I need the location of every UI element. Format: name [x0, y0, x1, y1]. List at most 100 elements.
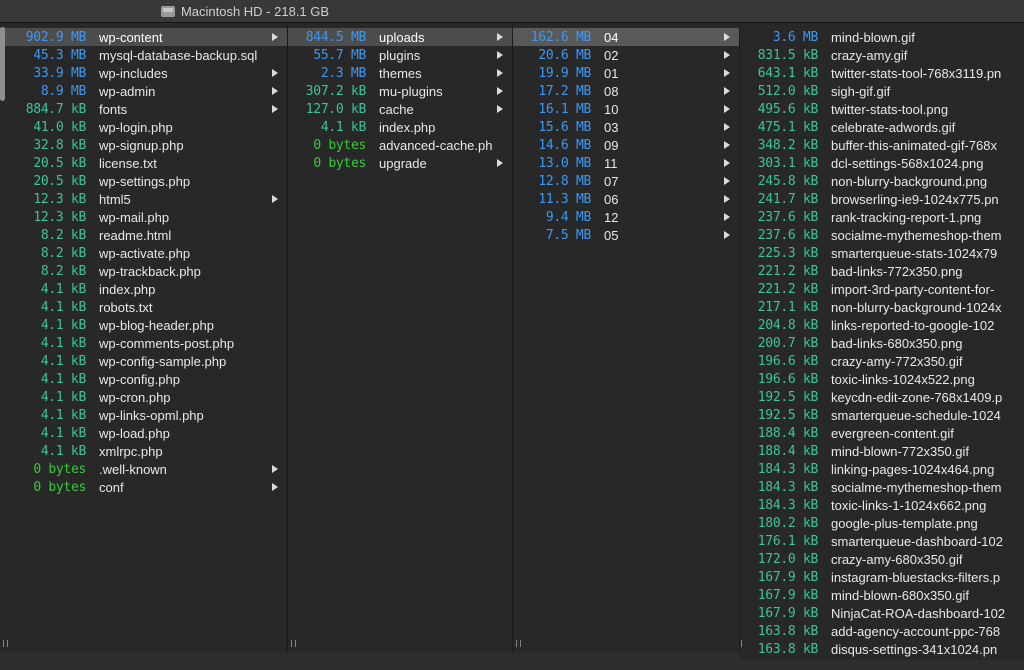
disclosure-arrow-icon — [724, 159, 730, 167]
file-row[interactable]: 3.6 MBmind-blown.gif — [740, 28, 1024, 46]
file-row[interactable]: 41.0 kBwp-login.php — [0, 118, 287, 136]
file-row[interactable]: 12.8 MB07 — [513, 172, 739, 190]
file-name: .well-known — [99, 462, 266, 477]
file-row[interactable]: 237.6 kBrank-tracking-report-1.png — [740, 208, 1024, 226]
file-row[interactable]: 172.0 kBcrazy-amy-680x350.gif — [740, 550, 1024, 568]
file-row[interactable]: 188.4 kBmind-blown-772x350.gif — [740, 442, 1024, 460]
file-row[interactable]: 495.6 kBtwitter-stats-tool.png — [740, 100, 1024, 118]
file-row[interactable]: 192.5 kBkeycdn-edit-zone-768x1409.p — [740, 388, 1024, 406]
file-row[interactable]: 20.5 kBwp-settings.php — [0, 172, 287, 190]
file-row[interactable]: 0 bytesconf — [0, 478, 287, 496]
file-row[interactable]: 245.8 kBnon-blurry-background.png — [740, 172, 1024, 190]
file-row[interactable]: 167.9 kBNinjaCat-ROA-dashboard-102 — [740, 604, 1024, 622]
file-row[interactable]: 512.0 kBsigh-gif.gif — [740, 82, 1024, 100]
file-row[interactable]: 184.3 kBtoxic-links-1-1024x662.png — [740, 496, 1024, 514]
file-row[interactable]: 884.7 kBfonts — [0, 100, 287, 118]
file-name: NinjaCat-ROA-dashboard-102 — [831, 606, 1015, 621]
file-row[interactable]: 45.3 MBmysql-database-backup.sql — [0, 46, 287, 64]
file-row[interactable]: 4.1 kBwp-links-opml.php — [0, 406, 287, 424]
file-row[interactable]: 167.9 kB instagram-bluestacks-filters.p — [740, 568, 1024, 586]
file-row[interactable]: 221.2 kBbad-links-772x350.png — [740, 262, 1024, 280]
column-resize-grip[interactable] — [740, 640, 742, 647]
file-name: 08 — [604, 84, 718, 99]
file-row[interactable]: 176.1 kBsmarterqueue-dashboard-102 — [740, 532, 1024, 550]
file-row[interactable]: 237.6 kBsocialme-mythemeshop-them — [740, 226, 1024, 244]
file-row[interactable]: 12.3 kBhtml5 — [0, 190, 287, 208]
file-row[interactable]: 643.1 kBtwitter-stats-tool-768x3119.pn — [740, 64, 1024, 82]
file-row[interactable]: 8.2 kBwp-trackback.php — [0, 262, 287, 280]
scrollbar-thumb[interactable] — [0, 27, 5, 101]
column-resize-grip[interactable] — [516, 640, 521, 647]
file-row[interactable]: 902.9 MBwp-content — [0, 28, 287, 46]
file-row[interactable]: 163.8 kBdisqus-settings-341x1024.pn — [740, 640, 1024, 658]
file-row[interactable]: 184.3 kBlinking-pages-1024x464.png — [740, 460, 1024, 478]
file-row[interactable]: 4.1 kBindex.php — [288, 118, 512, 136]
file-row[interactable]: 4.1 kBwp-load.php — [0, 424, 287, 442]
file-row[interactable]: 20.6 MB02 — [513, 46, 739, 64]
file-row[interactable]: 12.3 kBwp-mail.php — [0, 208, 287, 226]
file-row[interactable]: 4.1 kBxmlrpc.php — [0, 442, 287, 460]
column-resize-grip[interactable] — [3, 640, 8, 647]
file-name: wp-content — [99, 30, 266, 45]
file-row[interactable]: 8.2 kBreadme.html — [0, 226, 287, 244]
file-row[interactable]: 348.2 kBbuffer-this-animated-gif-768x — [740, 136, 1024, 154]
file-row[interactable]: 4.1 kBindex.php — [0, 280, 287, 298]
file-size: 221.2 kB — [744, 264, 818, 279]
file-row[interactable]: 127.0 kBcache — [288, 100, 512, 118]
file-row[interactable]: 217.1 kBnon-blurry-background-1024x — [740, 298, 1024, 316]
file-row[interactable]: 0 bytesadvanced-cache.ph — [288, 136, 512, 154]
file-name: conf — [99, 480, 266, 495]
file-row[interactable]: 831.5 kBcrazy-amy.gif — [740, 46, 1024, 64]
file-row[interactable]: 196.6 kBcrazy-amy-772x350.gif — [740, 352, 1024, 370]
file-row[interactable]: 7.5 MB05 — [513, 226, 739, 244]
file-row[interactable]: 184.3 kBsocialme-mythemeshop-them — [740, 478, 1024, 496]
file-size: 7.5 MB — [517, 228, 591, 243]
file-row[interactable]: 15.6 MB03 — [513, 118, 739, 136]
file-row[interactable]: 307.2 kBmu-plugins — [288, 82, 512, 100]
file-row[interactable]: 162.6 MB04 — [513, 28, 739, 46]
file-row[interactable]: 4.1 kBwp-config-sample.php — [0, 352, 287, 370]
file-row[interactable]: 4.1 kBwp-comments-post.php — [0, 334, 287, 352]
file-row[interactable]: 0 bytes.well-known — [0, 460, 287, 478]
file-name: sigh-gif.gif — [831, 84, 1015, 99]
file-row[interactable]: 11.3 MB06 — [513, 190, 739, 208]
file-row[interactable]: 4.1 kBrobots.txt — [0, 298, 287, 316]
column-resize-grip[interactable] — [291, 640, 296, 647]
file-row[interactable]: 16.1 MB10 — [513, 100, 739, 118]
file-row[interactable]: 8.2 kBwp-activate.php — [0, 244, 287, 262]
file-row[interactable]: 55.7 MBplugins — [288, 46, 512, 64]
file-row[interactable]: 4.1 kBwp-config.php — [0, 370, 287, 388]
file-row[interactable]: 196.6 kBtoxic-links-1024x522.png — [740, 370, 1024, 388]
file-row[interactable]: 8.9 MBwp-admin — [0, 82, 287, 100]
file-row[interactable]: 17.2 MB08 — [513, 82, 739, 100]
file-row[interactable]: 9.4 MB12 — [513, 208, 739, 226]
file-row[interactable]: 33.9 MBwp-includes — [0, 64, 287, 82]
file-row[interactable]: 32.8 kBwp-signup.php — [0, 136, 287, 154]
file-row[interactable]: 303.1 kBdcl-settings-568x1024.png — [740, 154, 1024, 172]
file-row[interactable]: 13.0 MB11 — [513, 154, 739, 172]
file-row[interactable]: 221.2 kBimport-3rd-party-content-for- — [740, 280, 1024, 298]
file-row[interactable]: 14.6 MB09 — [513, 136, 739, 154]
file-row[interactable]: 163.8 kBadd-agency-account-ppc-768 — [740, 622, 1024, 640]
file-row[interactable]: 2.3 MBthemes — [288, 64, 512, 82]
file-row[interactable]: 200.7 kBbad-links-680x350.png — [740, 334, 1024, 352]
file-row[interactable]: 4.1 kBwp-blog-header.php — [0, 316, 287, 334]
file-row[interactable]: 20.5 kBlicense.txt — [0, 154, 287, 172]
file-name: instagram-bluestacks-filters.p — [831, 570, 1015, 585]
file-row[interactable]: 475.1 kBcelebrate-adwords.gif — [740, 118, 1024, 136]
file-row[interactable]: 180.2 kBgoogle-plus-template.png — [740, 514, 1024, 532]
file-row[interactable]: 225.3 kBsmarterqueue-stats-1024x79 — [740, 244, 1024, 262]
file-row[interactable]: 188.4 kBevergreen-content.gif — [740, 424, 1024, 442]
disclosure-arrow-icon — [272, 195, 278, 203]
window-title: Macintosh HD - 218.1 GB — [181, 4, 329, 19]
file-row[interactable]: 0 bytesupgrade — [288, 154, 512, 172]
file-row[interactable]: 167.9 kBmind-blown-680x350.gif — [740, 586, 1024, 604]
file-row[interactable]: 192.5 kBsmarterqueue-schedule-1024 — [740, 406, 1024, 424]
file-row[interactable]: 4.1 kBwp-cron.php — [0, 388, 287, 406]
file-row[interactable]: 204.8 kBlinks-reported-to-google-102 — [740, 316, 1024, 334]
file-row[interactable]: 19.9 MB01 — [513, 64, 739, 82]
file-size: 4.1 kB — [292, 120, 366, 135]
file-size: 167.9 kB — [744, 570, 818, 585]
file-row[interactable]: 241.7 kBbrowserling-ie9-1024x775.pn — [740, 190, 1024, 208]
file-row[interactable]: 844.5 MBuploads — [288, 28, 512, 46]
